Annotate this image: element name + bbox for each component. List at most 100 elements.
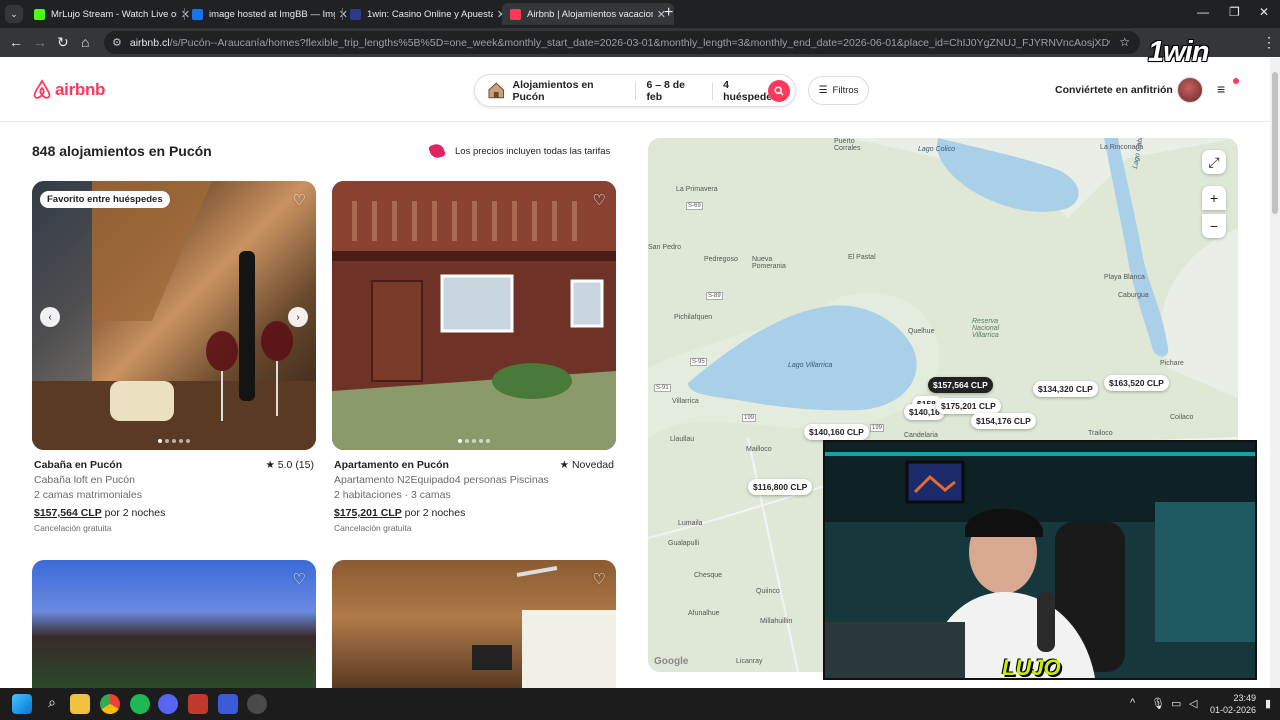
chevron-right-icon[interactable]: › <box>288 307 308 327</box>
heart-icon[interactable]: ♡ <box>593 191 606 209</box>
tab-search-icon[interactable]: ⌄ <box>5 5 23 23</box>
hamburger-menu-icon[interactable]: ≡ <box>1217 81 1225 97</box>
chrome-icon[interactable] <box>100 694 120 714</box>
tab-imgbb[interactable]: image hosted at ImgBB — ImgBB ✕ <box>184 3 356 25</box>
listing-image[interactable]: Favorito entre huéspedes ♡ ‹ › <box>32 181 316 450</box>
listing-photo <box>472 566 616 688</box>
prices-note-text: Los precios incluyen todas las tarifas <box>455 145 611 157</box>
price-tag-icon <box>428 142 446 160</box>
heart-icon[interactable]: ♡ <box>293 570 306 588</box>
tab-1win[interactable]: 1win: Casino Online y Apuestas ✕ <box>342 3 514 25</box>
road-marker: S-91 <box>654 384 671 392</box>
listing-image[interactable]: ♡ <box>32 560 316 688</box>
zoom-in-icon[interactable]: + <box>1202 186 1226 210</box>
listing-image[interactable]: ♡ <box>332 560 616 688</box>
url-host: airbnb.cl <box>129 36 170 49</box>
app-icon[interactable] <box>218 694 238 714</box>
price-pin[interactable]: $134,320 CLP <box>1033 381 1098 397</box>
place-label: Trailoco <box>1088 430 1113 437</box>
carousel-dots <box>158 439 190 443</box>
windows-start-icon[interactable] <box>12 694 32 714</box>
home-icon[interactable]: ⌂ <box>81 34 89 50</box>
more-menu-icon[interactable]: ⋮ <box>1262 34 1276 51</box>
avatar[interactable] <box>1177 77 1203 103</box>
notification-icon[interactable]: ▮ <box>1265 697 1271 710</box>
heart-icon[interactable]: ♡ <box>293 191 306 209</box>
microphone-icon[interactable]: 🎙 <box>1151 697 1165 710</box>
spotify-icon[interactable] <box>130 694 150 714</box>
place-label: La Primavera <box>676 186 718 193</box>
listing-details: 2 camas matrimoniales <box>34 489 142 501</box>
free-cancellation: Cancelación gratuita <box>34 523 112 533</box>
discord-icon[interactable] <box>158 694 178 714</box>
listing-details: 2 habitaciones · 3 camas <box>334 489 451 501</box>
scrollbar-thumb[interactable] <box>1272 72 1278 214</box>
road-marker: S-89 <box>706 292 723 300</box>
bookmark-star-icon[interactable]: ☆ <box>1119 35 1130 49</box>
place-label: Caburgua <box>1118 292 1149 299</box>
new-tab-icon[interactable]: + <box>664 4 673 22</box>
place-label: Gualapulli <box>668 540 700 547</box>
app-icon[interactable] <box>188 694 208 714</box>
site-info-icon[interactable]: ⚙ <box>112 36 122 49</box>
place-label: Nueva Pomerania <box>752 256 786 270</box>
tab-airbnb[interactable]: Airbnb | Alojamientos vacacionales ✕ <box>502 3 674 25</box>
volume-icon[interactable]: ◁ <box>1189 697 1197 710</box>
listing-photo <box>32 181 316 450</box>
address-bar[interactable]: ⚙ airbnb.cl/s/Pucón--Araucanía/homes?fle… <box>104 31 1140 54</box>
become-host-link[interactable]: Conviértete en anfitrión <box>1055 84 1173 96</box>
search-bar[interactable]: Alojamientos en Pucón 6 – 8 de feb 4 hué… <box>474 74 796 107</box>
taskbar-clock[interactable]: 23:49 01-02-2026 <box>1200 692 1256 716</box>
price-pin[interactable]: $154,176 CLP <box>971 413 1036 429</box>
place-label: Puerto Corrales <box>834 138 861 152</box>
road-marker: 199 <box>742 414 757 422</box>
reload-icon[interactable]: ↻ <box>57 34 69 51</box>
logo-text: airbnb <box>55 79 106 99</box>
price-pin[interactable]: $163,520 CLP <box>1104 375 1169 391</box>
minimize-icon[interactable]: — <box>1197 5 1209 19</box>
listing-price: $157,564 CLP por 2 noches <box>34 507 165 519</box>
file-explorer-icon[interactable] <box>70 694 90 714</box>
chevron-left-icon[interactable]: ‹ <box>40 307 60 327</box>
price-pin-selected[interactable]: $157,564 CLP <box>928 377 993 393</box>
tab-title: MrLujo Stream - Watch Live on <box>51 8 177 20</box>
search-dates[interactable]: 6 – 8 de feb <box>636 79 712 103</box>
search-button[interactable] <box>768 80 790 102</box>
price-amount[interactable]: $157,564 CLP <box>34 507 102 519</box>
close-window-icon[interactable]: ✕ <box>1259 5 1269 19</box>
chevron-up-icon[interactable]: ^ <box>1130 697 1135 709</box>
lujo-cam-logo: LUJO <box>1002 655 1061 680</box>
place-label: Candelaria <box>904 432 938 439</box>
tab-mrlujo[interactable]: MrLujo Stream - Watch Live on ✕ <box>26 3 198 25</box>
free-cancellation: Cancelación gratuita <box>334 523 412 533</box>
search-location[interactable]: Alojamientos en Pucón <box>512 79 635 103</box>
heart-icon[interactable]: ♡ <box>593 570 606 588</box>
search-icon[interactable]: ⌕ <box>42 694 62 714</box>
imgbb-favicon-icon <box>192 8 203 20</box>
price-pin[interactable]: $175,201 CLP <box>936 398 1001 414</box>
price-pin[interactable]: $116,800 CLP <box>748 479 813 495</box>
expand-map-icon[interactable]: ⤢ <box>1202 150 1226 174</box>
tab-title: Airbnb | Alojamientos vacacionales <box>527 8 653 20</box>
listing-rating: ★ Novedad <box>559 459 614 471</box>
airbnb-logo[interactable]: airbnb <box>32 79 105 100</box>
google-attribution: Google <box>654 656 689 667</box>
back-icon[interactable]: ← <box>9 34 23 50</box>
filters-button[interactable]: ☰ Filtros <box>808 76 869 105</box>
price-amount[interactable]: $175,201 CLP <box>334 507 402 519</box>
page-scrollbar[interactable] <box>1270 58 1280 688</box>
road-marker: S-95 <box>690 358 707 366</box>
airbnb-logo-icon <box>33 79 51 99</box>
maximize-icon[interactable]: ❐ <box>1229 5 1240 19</box>
search-icon <box>774 86 784 96</box>
place-label: Quelhue <box>908 328 935 335</box>
place-label: Millahuillin <box>760 618 793 625</box>
place-label: Llaullau <box>670 436 695 443</box>
forward-icon[interactable]: → <box>33 34 47 50</box>
zoom-out-icon[interactable]: − <box>1202 214 1226 238</box>
price-pin[interactable]: $140,160 CLP <box>804 424 869 440</box>
listing-title: Apartamento en Pucón <box>334 459 449 471</box>
network-icon[interactable]: ▭ <box>1171 697 1181 710</box>
listing-image[interactable]: ♡ <box>332 181 616 450</box>
obs-icon[interactable] <box>247 694 267 714</box>
